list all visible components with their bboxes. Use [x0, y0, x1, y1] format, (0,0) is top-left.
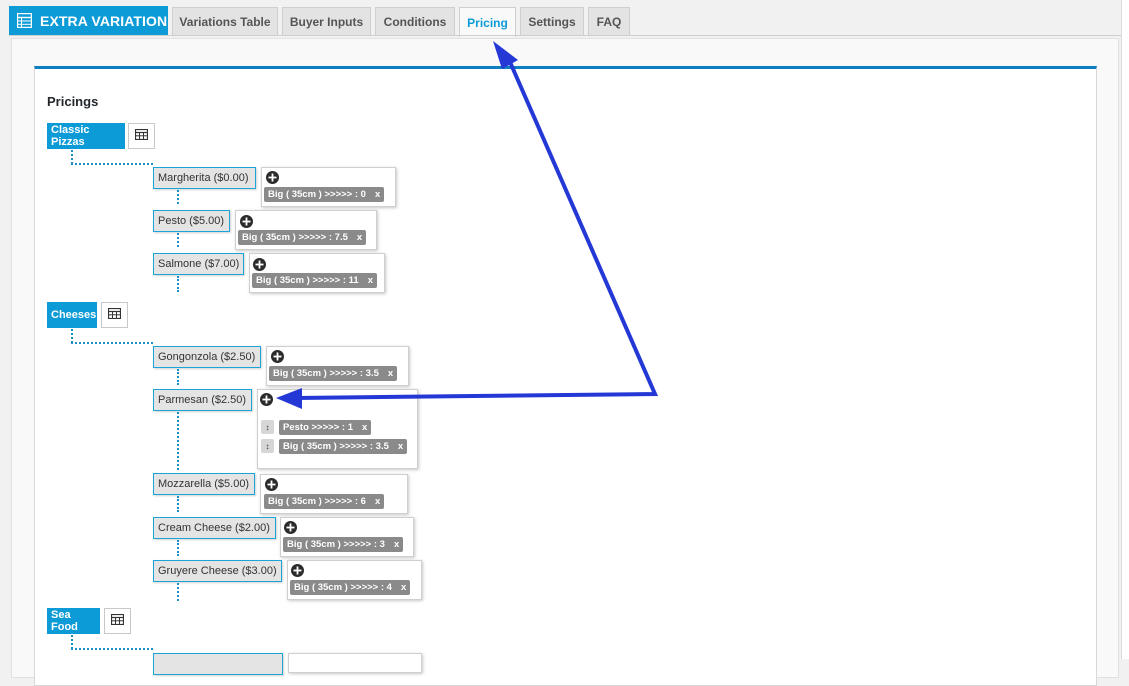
add-rule-button[interactable]	[266, 171, 279, 184]
remove-rule-button[interactable]: x	[388, 368, 393, 379]
item-label-mozzarella[interactable]: Mozzarella ($5.00)	[153, 473, 255, 495]
tree-connector	[177, 496, 179, 512]
rule-chip[interactable]: Big ( 35cm ) >>>>> : 4 x	[290, 580, 411, 595]
rule-chip[interactable]: Pesto >>>>> : 1 x	[279, 420, 372, 435]
remove-rule-button[interactable]: x	[394, 539, 399, 550]
tree-connector	[177, 583, 179, 601]
item-label-parmesan[interactable]: Parmesan ($2.50)	[153, 389, 252, 411]
remove-rule-button[interactable]: x	[401, 582, 406, 593]
group-table-button[interactable]	[101, 302, 128, 328]
add-rule-button[interactable]	[265, 478, 278, 491]
tree-connector	[177, 276, 179, 292]
rule-chip[interactable]: Big ( 35cm ) >>>>> : 0 x	[264, 187, 385, 202]
right-scroll-edge	[1121, 0, 1129, 659]
add-rule-button[interactable]	[240, 215, 253, 228]
tab-conditions[interactable]: Conditions	[375, 7, 455, 36]
add-rule-button[interactable]	[291, 564, 304, 577]
group-label-sea-food[interactable]: Sea Food	[47, 608, 100, 634]
item-label-salmone[interactable]: Salmone ($7.00)	[153, 253, 244, 275]
item-label-gruyere-cheese[interactable]: Gruyere Cheese ($3.00)	[153, 560, 282, 582]
item-label-partial[interactable]	[153, 653, 283, 675]
list-table-icon	[17, 13, 32, 28]
group-label-classic-pizzas[interactable]: Classic Pizzas	[47, 123, 125, 149]
group-label-cheeses[interactable]: Cheeses	[47, 302, 97, 328]
table-icon	[107, 306, 122, 324]
drag-handle[interactable]: ↕	[261, 439, 274, 453]
plus-icon	[267, 476, 276, 494]
rule-chip[interactable]: Big ( 35cm ) >>>>> : 11 x	[252, 273, 378, 288]
tab-bar-border	[9, 35, 1121, 36]
plus-icon	[262, 391, 271, 409]
item-label-cream-cheese[interactable]: Cream Cheese ($2.00)	[153, 517, 276, 539]
rule-chip-text: Big ( 35cm ) >>>>> : 4	[294, 582, 392, 593]
tree-connector	[71, 342, 153, 344]
tree-connector	[177, 369, 179, 385]
rule-chip[interactable]: Big ( 35cm ) >>>>> : 3.5 x	[279, 439, 408, 454]
remove-rule-button[interactable]: x	[368, 275, 373, 286]
plus-icon	[255, 256, 264, 274]
plus-icon	[242, 213, 251, 231]
tab-faq[interactable]: FAQ	[588, 7, 630, 36]
tree-connector	[71, 635, 73, 649]
table-icon	[134, 127, 149, 145]
pricing-panel	[34, 66, 1097, 686]
rule-chip[interactable]: Big ( 35cm ) >>>>> : 3.5 x	[269, 366, 398, 381]
tree-connector	[71, 163, 153, 165]
remove-rule-button[interactable]: x	[398, 441, 403, 452]
plus-icon	[268, 169, 277, 187]
tab-pricing[interactable]: Pricing	[459, 7, 516, 37]
plus-icon	[273, 348, 282, 366]
add-rule-button[interactable]	[284, 521, 297, 534]
page-title: Pricings	[47, 94, 99, 109]
rule-chip-text: Big ( 35cm ) >>>>> : 11	[256, 275, 359, 286]
rule-chip-text: Pesto >>>>> : 1	[283, 422, 353, 433]
tree-connector	[71, 648, 153, 650]
rule-chip[interactable]: Big ( 35cm ) >>>>> : 3 x	[283, 537, 404, 552]
item-label-pesto[interactable]: Pesto ($5.00)	[153, 210, 230, 232]
rule-chip[interactable]: Big ( 35cm ) >>>>> : 7.5 x	[238, 230, 367, 245]
tab-settings[interactable]: Settings	[520, 7, 584, 36]
tree-connector	[177, 412, 179, 470]
tab-buyer-inputs[interactable]: Buyer Inputs	[282, 7, 371, 36]
add-rule-button[interactable]	[260, 393, 273, 406]
rule-chip-text: Big ( 35cm ) >>>>> : 6	[268, 496, 366, 507]
remove-rule-button[interactable]: x	[357, 232, 362, 243]
top-tab-bar: EXTRA VARIATION Variations Table Buyer I…	[0, 0, 1129, 37]
rule-chip-text: Big ( 35cm ) >>>>> : 7.5	[242, 232, 348, 243]
rule-box	[288, 653, 422, 673]
plus-icon	[293, 562, 302, 580]
rule-chip-text: Big ( 35cm ) >>>>> : 3.5	[283, 441, 389, 452]
group-table-button[interactable]	[104, 608, 131, 634]
remove-rule-button[interactable]: x	[375, 189, 380, 200]
remove-rule-button[interactable]: x	[375, 496, 380, 507]
tree-connector	[71, 150, 73, 164]
group-table-button[interactable]	[128, 123, 155, 149]
tab-variations-table[interactable]: Variations Table	[172, 7, 278, 36]
rule-chip-text: Big ( 35cm ) >>>>> : 0	[268, 189, 366, 200]
item-label-gongonzola[interactable]: Gongonzola ($2.50)	[153, 346, 261, 368]
tree-connector	[177, 233, 179, 247]
plus-icon	[286, 519, 295, 537]
tree-connector	[177, 540, 179, 556]
add-rule-button[interactable]	[253, 258, 266, 271]
drag-handle[interactable]: ↕	[261, 420, 274, 434]
rule-chip-text: Big ( 35cm ) >>>>> : 3.5	[273, 368, 379, 379]
rule-chip-text: Big ( 35cm ) >>>>> : 3	[287, 539, 385, 550]
table-icon	[110, 612, 125, 630]
tree-connector	[177, 190, 179, 204]
brand-badge: EXTRA VARIATION	[9, 6, 168, 35]
rule-chip[interactable]: Big ( 35cm ) >>>>> : 6 x	[264, 494, 385, 509]
item-label-margherita[interactable]: Margherita ($0.00)	[153, 167, 256, 189]
remove-rule-button[interactable]: x	[362, 422, 367, 433]
add-rule-button[interactable]	[271, 350, 284, 363]
brand-title: EXTRA VARIATION	[40, 12, 168, 29]
tree-connector	[71, 329, 73, 343]
